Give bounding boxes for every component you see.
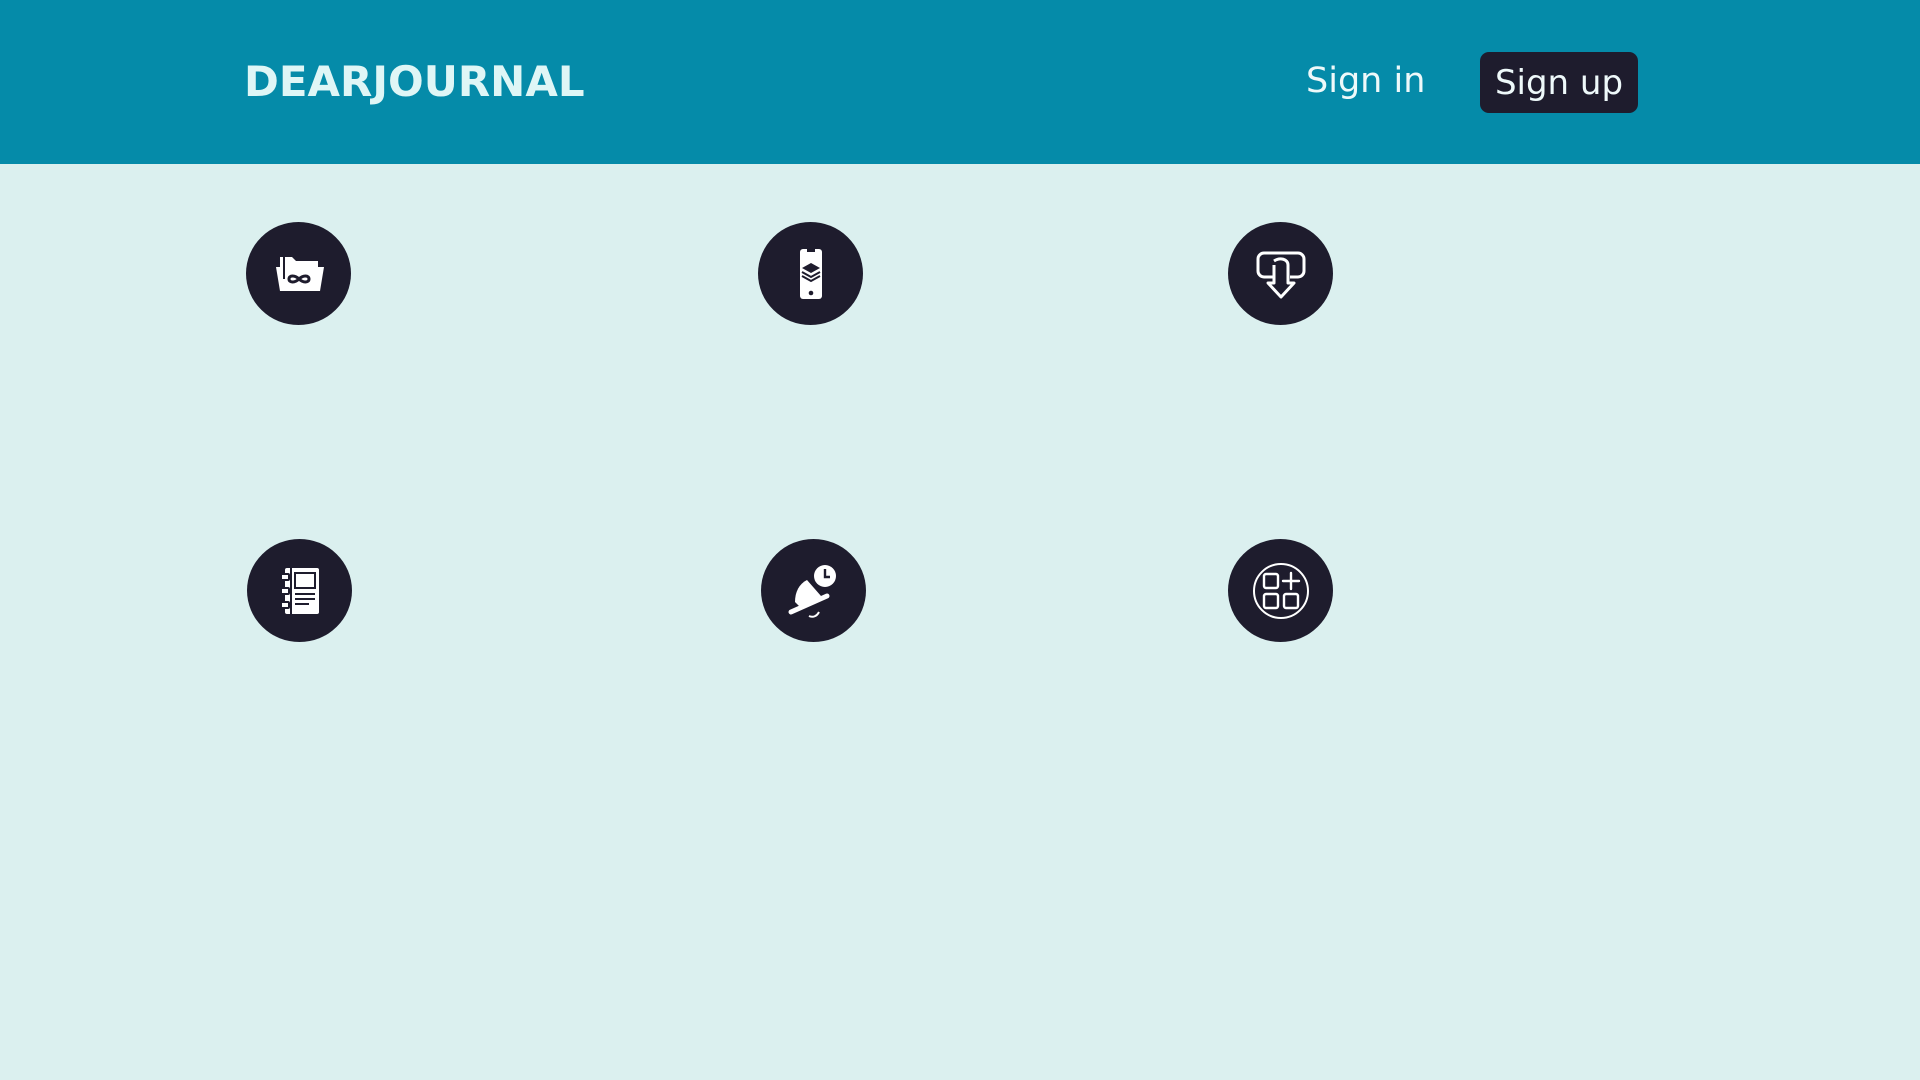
notebook-icon	[279, 567, 319, 614]
feature-folder-infinity	[246, 222, 351, 325]
add-widget-icon	[1252, 562, 1309, 619]
logo[interactable]: DEARJOURNAL	[244, 56, 585, 106]
folder-infinity-icon	[275, 256, 324, 291]
feature-bell-clock	[761, 539, 866, 642]
top-header: DEARJOURNAL Sign in Sign up	[0, 0, 1920, 164]
bell-clock-icon	[788, 564, 836, 618]
feature-chat-download	[1228, 222, 1333, 325]
feature-notebook	[247, 539, 352, 642]
sign-in-link[interactable]: Sign in	[1306, 52, 1425, 110]
sign-up-button[interactable]: Sign up	[1480, 52, 1638, 113]
mobile-layers-icon	[799, 248, 822, 299]
feature-mobile-layers	[758, 222, 863, 325]
chat-download-icon	[1256, 251, 1305, 298]
logo-text: DEARJOURNAL	[244, 56, 585, 106]
feature-add-widget	[1228, 539, 1333, 642]
